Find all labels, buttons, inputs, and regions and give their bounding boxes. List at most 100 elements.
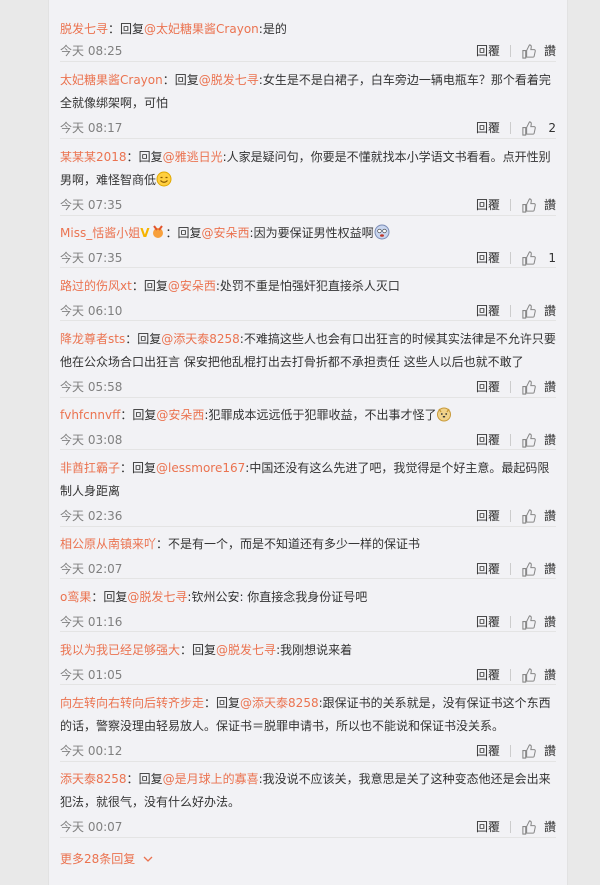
comment-body: 某某某2018：回复@雅逃日光:人家是疑问句，你要是不懂就找本小学语文书看看。点… [60,146,556,192]
like-button[interactable]: 讚 [521,301,556,321]
mention-link[interactable]: @安朵西 [202,226,250,240]
comment-time: 今天 05:58 [60,380,123,394]
comment-meta: 今天 03:08 回覆 讚 [60,430,556,450]
like-button[interactable]: 讚 [521,377,556,397]
action-divider [509,510,511,522]
comment-item: 添天泰8258：回复@是月球上的寡喜:我没说不应该关，我意思是关了这种变态他还是… [60,768,556,838]
mention-link[interactable]: @脱发七寻 [199,73,259,87]
like-count: 讚 [543,562,556,576]
comment-text: 犯罪成本远远低于犯罪收益，不出事才怪了 [208,408,437,422]
comment-time: 今天 06:10 [60,304,123,318]
comment-username[interactable]: fvhfcnnvff [60,408,120,422]
comment-username[interactable]: 非酋扛霸子 [60,461,120,475]
reply-button[interactable]: 回覆 [476,559,500,579]
reply-button[interactable]: 回覆 [476,665,500,685]
comment-username[interactable]: Miss_恬酱小姐 [60,226,140,240]
vip-icon: V [140,226,150,240]
comment-body: 相公原从南镇来吖：不是有一个，而是不知道还有多少一样的保证书 [60,533,556,556]
comment-username[interactable]: 某某某2018 [60,150,127,164]
mention-link[interactable]: @安朵西 [156,408,204,422]
reply-button[interactable]: 回覆 [476,741,500,761]
like-button[interactable]: 讚 [521,612,556,632]
reply-button[interactable]: 回覆 [476,301,500,321]
comment-username[interactable]: 我以为我已经足够强大 [60,643,180,657]
mention-link[interactable]: @雅逃日光 [163,150,223,164]
more-replies-label: 更多28条回复 [60,852,136,866]
comment-text: 我刚想说来着 [280,643,353,657]
mention-link[interactable]: @脱发七寻 [127,590,187,604]
like-button[interactable]: 讚 [521,741,556,761]
reply-button[interactable]: 回覆 [476,817,500,837]
reply-button[interactable]: 回覆 [476,377,500,397]
like-count: 讚 [543,820,556,834]
comment-actions: 回覆 2 [476,118,556,138]
comment-item: 太妃糖果酱Crayon：回复@脱发七寻:女生是不是白裙子，白车旁边一辆电瓶车？那… [60,69,556,139]
mention-link[interactable]: @添天泰8258 [240,696,319,710]
comment-item: 降龙尊者sts：回复@添天泰8258:不难搞这些人也会有口出狂言的时候其实法律是… [60,328,556,398]
comment-username[interactable]: 向左转向右转向后转齐步走 [60,696,204,710]
reply-button[interactable]: 回覆 [476,41,500,61]
comment-time: 今天 08:25 [60,44,123,58]
action-divider [510,122,511,134]
like-button[interactable]: 讚 [521,430,556,450]
mention-link[interactable]: @添天泰8258 [161,332,240,346]
mention-link[interactable]: @安朵西 [168,279,216,293]
comment-item: 某某某2018：回复@雅逃日光:人家是疑问句，你要是不懂就找本小学语文书看看。点… [60,146,556,216]
thumbs-up-icon [522,379,536,395]
comment-time: 今天 00:12 [60,744,123,758]
like-count: 讚 [543,44,556,58]
separator: ： [125,332,138,346]
like-count: 讚 [543,433,556,447]
action-divider [509,434,511,446]
thumbs-up-icon [522,250,536,266]
reply-button[interactable]: 回覆 [476,506,500,526]
reply-button[interactable]: 回覆 [476,248,500,268]
reply-button[interactable]: 回覆 [476,612,500,632]
comment-actions: 回覆 讚 [476,301,556,321]
like-button[interactable]: 讚 [521,506,556,526]
comment-username[interactable]: 路过的伤风xt [60,279,132,293]
like-button[interactable]: 讚 [521,195,556,215]
mention-link[interactable]: @太妃糖果酱Crayon [144,22,259,36]
comment-username[interactable]: 降龙尊者sts [60,332,125,346]
comment-meta: 今天 02:36 回覆 讚 [60,506,556,526]
reply-button[interactable]: 回覆 [476,118,500,138]
comment-actions: 回覆 讚 [476,430,556,450]
reply-button[interactable]: 回覆 [476,430,500,450]
medal-badge-icon [152,225,163,238]
comment-body: fvhfcnnvff：回复@安朵西:犯罪成本远远低于犯罪收益，不出事才怪了 [60,404,556,427]
like-button[interactable]: 讚 [521,817,556,837]
comment-actions: 回覆 1 [476,248,556,268]
thumbs-up-icon [522,614,536,630]
mention-link[interactable]: @是月球上的寡喜 [163,772,259,786]
comment-actions: 回覆 讚 [476,741,556,761]
like-count: 讚 [543,509,556,523]
comment-body: o鸾果：回复@脱发七寻:钦州公安: 你直接念我身份证号吧 [60,586,556,609]
comment-meta: 今天 02:07 回覆 讚 [60,559,556,579]
comment-username[interactable]: 脱发七寻 [60,22,108,36]
like-button[interactable]: 讚 [521,559,556,579]
reply-button[interactable]: 回覆 [476,195,500,215]
comment-username[interactable]: 相公原从南镇来吖 [60,537,156,551]
like-button[interactable]: 讚 [521,665,556,685]
comment-item: 路过的伤风xt：回复@安朵西:处罚不重是怕强奸犯直接杀人灭口 今天 06:10 … [60,275,556,321]
like-button[interactable]: 1 [521,248,556,268]
thumbs-up-icon [522,819,536,835]
like-count: 讚 [543,668,556,682]
like-button[interactable]: 2 [521,118,556,138]
comment-body: 非酋扛霸子：回复@lessmore167:中国还没有这么先进了吧，我觉得是个好主… [60,457,556,503]
comment-username[interactable]: 太妃糖果酱Crayon [60,73,163,87]
comment-text: 因为要保证男性权益啊 [253,226,374,240]
like-count: 1 [548,251,556,265]
comment-time: 今天 02:36 [60,509,123,523]
mention-link[interactable]: @脱发七寻 [216,643,276,657]
reply-prefix: 回复 [216,696,241,710]
thumbs-up-icon [522,508,536,524]
mention-link[interactable]: @lessmore167 [156,461,245,475]
comment-username[interactable]: 添天泰8258 [60,772,127,786]
comment-body: 向左转向右转向后转齐步走：回复@添天泰8258:跟保证书的关系就是，没有保证书这… [60,692,556,738]
comment-username[interactable]: o鸾果 [60,590,91,604]
more-replies-link[interactable]: 更多28条回复 [60,850,153,867]
like-button[interactable]: 讚 [521,41,556,61]
separator: ： [126,772,139,786]
